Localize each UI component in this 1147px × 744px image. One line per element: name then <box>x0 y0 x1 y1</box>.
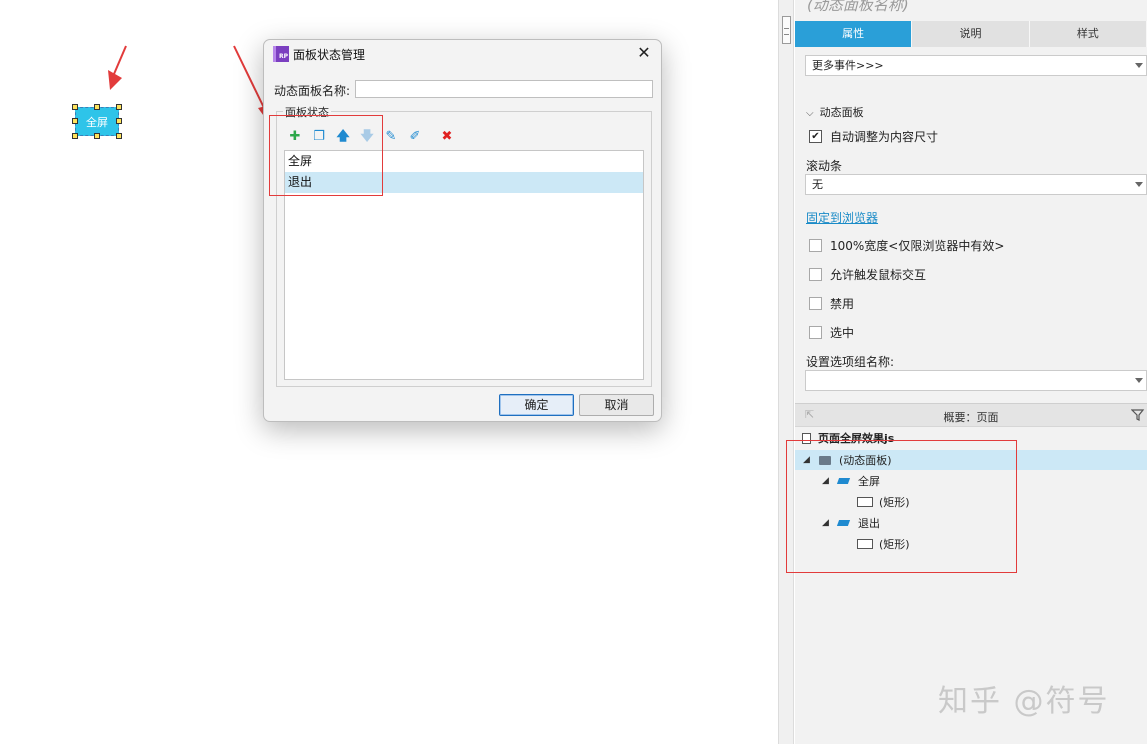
more-events-select[interactable]: 更多事件>>> <box>805 55 1147 76</box>
inspector-tabs: 属性 说明 样式 <box>795 21 1147 47</box>
panel-state-manager-dialog: RP 面板状态管理 ✕ 动态面板名称: 面板状态 ✚ ❐ 🡅 🡇 ✎ ✐ ✖ 全屏 退出 确定… <box>263 39 662 422</box>
resize-handle-bottom[interactable] <box>94 133 100 139</box>
axure-rp-logo-icon: RP <box>273 46 289 62</box>
selected-label: 选中 <box>830 325 855 340</box>
chevron-down-icon <box>1135 63 1143 68</box>
selected-checkbox-row[interactable]: 选中 <box>809 324 854 340</box>
tab-style[interactable]: 样式 <box>1029 21 1147 47</box>
outline-title: 概要：页面 <box>943 411 999 424</box>
filter-icon[interactable] <box>1131 408 1145 422</box>
full-width-checkbox-row[interactable]: 100%宽度<仅限浏览器中有效> <box>809 237 1004 253</box>
chevron-down-icon: ⌵ <box>806 108 814 119</box>
edit-state-icon[interactable]: ✎ <box>383 129 399 145</box>
allow-mouse-interaction-checkbox-row[interactable]: 允许触发鼠标交互 <box>809 266 926 282</box>
logo-text: RP <box>278 53 288 60</box>
more-events-value: 更多事件>>> <box>812 59 884 72</box>
resize-handle-top-right[interactable] <box>116 104 122 110</box>
inspector-panel: (动态面板名称) 属性 说明 样式 更多事件>>> ⌵ 动态面板 ✔ 自动调整为内容尺… <box>795 0 1147 744</box>
watermark: 知乎 @符号 <box>938 684 1110 719</box>
resize-handle-top-left[interactable] <box>72 104 78 110</box>
resize-handle-bottom-left[interactable] <box>72 133 78 139</box>
canvas-widget-label: 全屏 <box>86 116 108 129</box>
panel-name-input[interactable] <box>355 80 653 98</box>
inspector-title[interactable]: (动态面板名称) <box>807 0 909 15</box>
outline-header: ⇱ 概要：页面 <box>795 403 1147 427</box>
pin-to-browser-link[interactable]: 固定到浏览器 <box>806 209 878 226</box>
chevron-down-icon <box>1135 182 1143 187</box>
canvas-widget-fullscreen[interactable]: 全屏 <box>75 107 119 136</box>
panel-name-label: 动态面板名称: <box>274 84 351 98</box>
selected-checkbox[interactable] <box>809 325 822 339</box>
section-title: 动态面板 <box>819 106 864 119</box>
annotation-box-states <box>269 115 383 196</box>
resize-handle-left[interactable] <box>72 118 78 124</box>
annotation-arrow-widget <box>108 45 127 90</box>
allow-mouse-interaction-checkbox[interactable] <box>809 267 822 281</box>
auto-fit-label: 自动调整为内容尺寸 <box>830 129 939 144</box>
scrollbar-label: 滚动条 <box>806 159 843 173</box>
scrollbar-select[interactable]: 无 <box>805 174 1147 195</box>
resize-handle-right[interactable] <box>116 118 122 124</box>
tab-properties[interactable]: 属性 <box>795 21 913 47</box>
auto-fit-checkbox[interactable]: ✔ <box>809 129 822 143</box>
edit-all-icon[interactable]: ✐ <box>407 129 423 145</box>
resize-handle-bottom-right[interactable] <box>116 133 122 139</box>
close-icon[interactable]: ✕ <box>635 43 653 63</box>
dynamic-panel-section-header[interactable]: ⌵ 动态面板 <box>806 104 864 120</box>
option-group-label: 设置选项组名称: <box>806 355 895 369</box>
option-group-input[interactable] <box>805 370 1147 391</box>
scrollbar-value: 无 <box>812 178 823 191</box>
full-width-checkbox[interactable] <box>809 238 822 252</box>
chevron-down-icon <box>1135 378 1143 383</box>
full-width-label: 100%宽度<仅限浏览器中有效> <box>830 238 1005 253</box>
auto-fit-checkbox-row[interactable]: ✔ 自动调整为内容尺寸 <box>809 128 938 144</box>
disabled-checkbox-row[interactable]: 禁用 <box>809 295 854 311</box>
ok-button[interactable]: 确定 <box>499 394 574 416</box>
dialog-title: 面板状态管理 <box>293 48 366 62</box>
scrollbar-thumb[interactable] <box>782 16 791 44</box>
allow-mouse-interaction-label: 允许触发鼠标交互 <box>830 267 927 282</box>
tab-notes[interactable]: 说明 <box>912 21 1030 47</box>
annotation-box-outline <box>786 440 1017 573</box>
dialog-titlebar: RP 面板状态管理 ✕ <box>264 40 661 68</box>
canvas-scrollbar[interactable] <box>778 0 794 744</box>
resize-handle-top[interactable] <box>94 104 100 110</box>
screen: 全屏 RP 面板状态管理 ✕ 动态面板名称: 面板状态 ✚ ❐ 🡅 🡇 ✎ ✐ ✖ 全屏 退出… <box>0 0 1147 744</box>
delete-icon[interactable]: ✖ <box>439 129 455 145</box>
disabled-label: 禁用 <box>830 296 855 311</box>
disabled-checkbox[interactable] <box>809 296 822 310</box>
cancel-button[interactable]: 取消 <box>579 394 654 416</box>
